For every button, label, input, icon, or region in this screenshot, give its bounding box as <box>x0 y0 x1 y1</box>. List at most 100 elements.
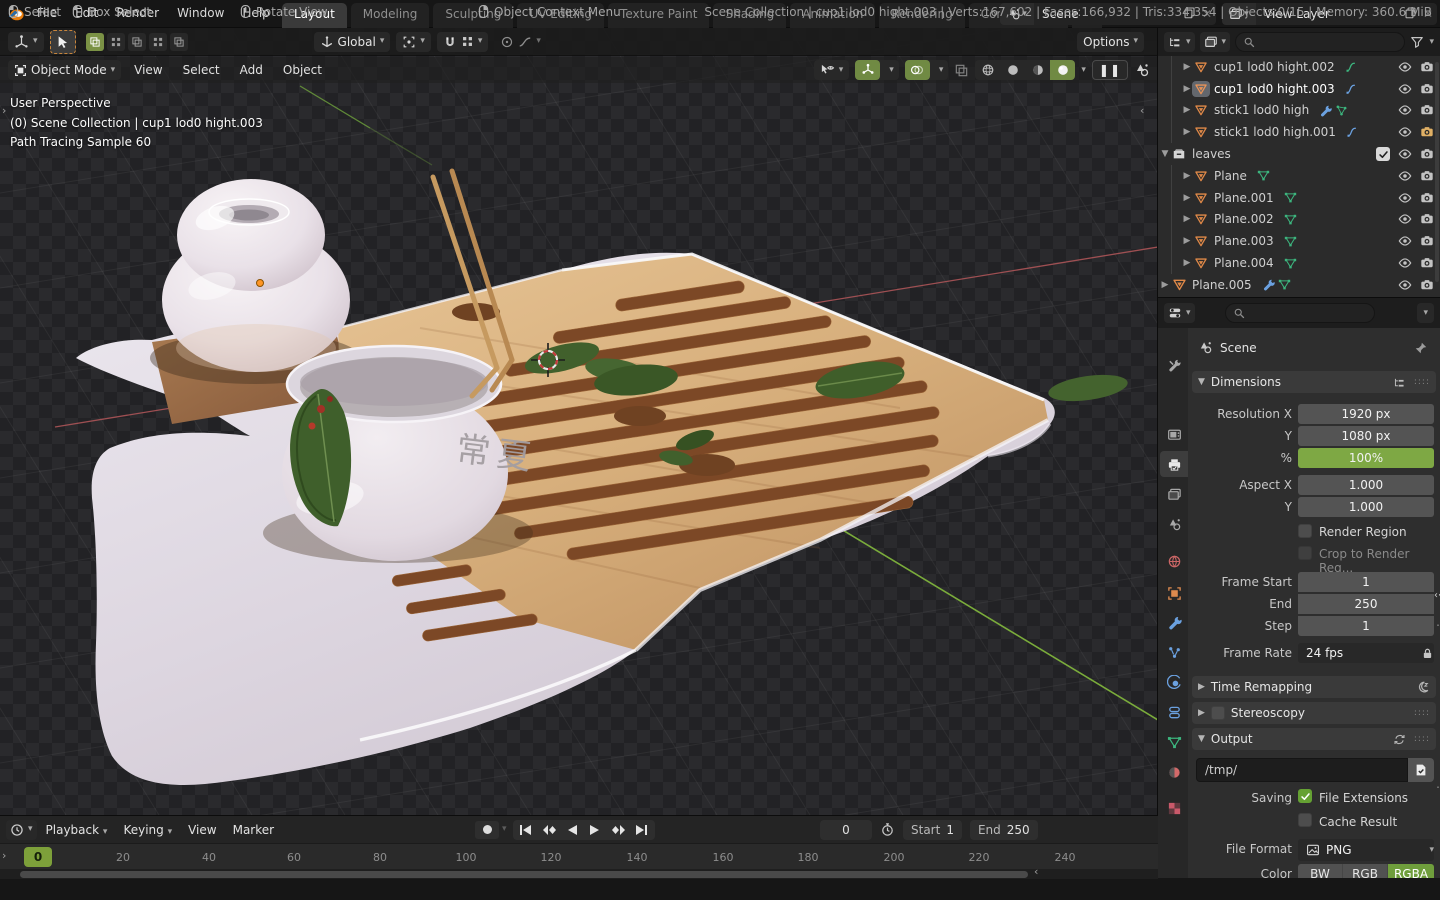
object-name[interactable]: Plane.001 <box>1214 191 1274 205</box>
color-rgb-button[interactable]: RGB <box>1343 864 1388 878</box>
pivot-point-dropdown[interactable]: ▾ <box>396 32 431 52</box>
select-mode-invert-icon[interactable] <box>149 33 167 51</box>
outliner-item-plane-005[interactable]: ▶ Plane.005 <box>1158 274 1440 296</box>
next-keyframe-button[interactable] <box>608 821 629 839</box>
menu-view[interactable]: View <box>127 59 169 81</box>
collection-checkbox[interactable] <box>1376 147 1390 161</box>
panel-grip-icon[interactable]: :::: <box>1414 708 1430 718</box>
frame-end-field[interactable]: 250 <box>1298 594 1434 614</box>
hide-viewport-eye-icon[interactable] <box>1398 278 1412 292</box>
tab-texture-icon[interactable] <box>1160 795 1188 821</box>
jump-to-end-button[interactable] <box>631 821 652 839</box>
outliner-item-plane-004[interactable]: ▶ Plane.004 <box>1158 252 1440 274</box>
tab-material-icon[interactable] <box>1160 759 1188 785</box>
frame-rate-dropdown[interactable]: 24 fps <box>1298 643 1434 663</box>
transform-orientation-dropdown[interactable]: Global ▾ <box>314 32 391 52</box>
options-dropdown[interactable]: Options▾ <box>1077 32 1144 52</box>
menu-window[interactable]: Window <box>168 0 233 26</box>
panel-grip-icon[interactable]: :::: <box>1414 377 1430 387</box>
lock-icon[interactable] <box>1421 647 1434 660</box>
resolution-x-field[interactable]: 1920 px <box>1298 404 1434 424</box>
3d-viewport[interactable]: 常夏 ▾ <box>0 28 1158 815</box>
object-name[interactable]: Plane.003 <box>1214 234 1274 248</box>
filter-icon[interactable] <box>1410 35 1424 49</box>
snapping-controls[interactable]: ▾ <box>437 32 489 52</box>
frame-step-field[interactable]: 1 <box>1298 616 1434 636</box>
properties-search-input[interactable] <box>1225 303 1375 323</box>
render-preview-icon[interactable] <box>1134 62 1150 78</box>
auto-keying-record-button[interactable] <box>475 821 499 839</box>
breadcrumb-label[interactable]: Scene <box>1220 341 1257 355</box>
tab-object-icon[interactable] <box>1160 580 1188 606</box>
file-format-dropdown[interactable]: PNG ▾ <box>1298 839 1434 861</box>
hide-viewport-eye-icon[interactable] <box>1398 147 1412 161</box>
hide-viewport-eye-icon[interactable] <box>1398 212 1412 226</box>
timeline-expand-arrow[interactable]: › <box>2 849 6 862</box>
menu-add[interactable]: Add <box>233 59 270 81</box>
hide-viewport-eye-icon[interactable] <box>1398 82 1412 96</box>
object-visibility-dropdown[interactable]: ▾ <box>814 60 850 80</box>
outliner-item-plane[interactable]: ▶ Plane <box>1158 165 1440 187</box>
menu-keying[interactable]: Keying ▾ <box>116 819 179 841</box>
outliner-item-stick1-lod0-high[interactable]: ▶ stick1 lod0 high <box>1158 100 1440 122</box>
disable-render-camera-icon[interactable] <box>1420 278 1434 292</box>
tab-object-data-icon[interactable] <box>1160 729 1188 755</box>
color-bw-button[interactable]: BW <box>1298 864 1343 878</box>
object-name[interactable]: cup1 lod0 hight.002 <box>1214 60 1335 74</box>
expand-icon[interactable]: ▶ <box>1182 214 1192 224</box>
hide-viewport-eye-icon[interactable] <box>1398 234 1412 248</box>
current-frame-field[interactable]: 0 <box>820 820 872 840</box>
timeline-editor-type-button[interactable]: ▾ <box>6 820 37 840</box>
disable-render-camera-icon[interactable] <box>1420 212 1434 226</box>
object-name[interactable]: Plane <box>1214 169 1247 183</box>
panel-time-remapping-header[interactable]: ▶ Time Remapping <box>1192 676 1436 698</box>
frame-start-field[interactable]: Start 1 <box>903 820 962 840</box>
shading-material-icon[interactable] <box>1025 60 1050 80</box>
mode-dropdown[interactable]: Object Mode ▾ <box>8 60 121 80</box>
outliner-item-cup1-lod0-hight-002[interactable]: ▶ cup1 lod0 hight.002 <box>1158 56 1440 78</box>
disable-render-camera-icon[interactable] <box>1420 169 1434 183</box>
tab-world-icon[interactable] <box>1160 548 1188 574</box>
gizmos-toggle[interactable]: ▾ <box>855 60 899 80</box>
expand-icon[interactable]: ▶ <box>1182 171 1192 181</box>
menu-object[interactable]: Object <box>276 59 329 81</box>
expand-icon[interactable]: ▶ <box>1182 62 1192 72</box>
aspect-x-field[interactable]: 1.000 <box>1298 475 1434 495</box>
tab-modifiers-icon[interactable] <box>1160 609 1188 635</box>
properties-editor-type-button[interactable]: ▾ <box>1164 303 1195 323</box>
panel-output-header[interactable]: ▼ Output :::: <box>1192 728 1436 750</box>
disable-render-camera-icon[interactable] <box>1420 60 1434 74</box>
collapse-icon[interactable]: ▼ <box>1198 377 1205 387</box>
dots-icon[interactable]: ⋯ <box>1436 618 1440 632</box>
expand-icon[interactable]: ▶ <box>1160 280 1170 290</box>
resolution-percent-slider[interactable]: 100% <box>1298 448 1434 468</box>
tab-modeling[interactable]: Modeling <box>351 3 430 28</box>
presets-icon[interactable] <box>1393 376 1406 389</box>
dots-icon[interactable]: ⋯ <box>1436 780 1440 794</box>
editor-type-button[interactable]: ▾ <box>8 32 44 52</box>
disable-render-camera-icon[interactable] <box>1420 191 1434 205</box>
shading-solid-icon[interactable] <box>1000 60 1025 80</box>
object-name[interactable]: Plane.004 <box>1214 256 1274 270</box>
select-mode-intersect-icon[interactable] <box>170 33 188 51</box>
render-region-checkbox[interactable] <box>1298 524 1312 538</box>
hide-viewport-eye-icon[interactable] <box>1398 125 1412 139</box>
play-button[interactable] <box>585 821 606 839</box>
timeline-ruler[interactable]: 0 20 40 60 80 100 120 140 160 180 200 22… <box>0 843 1158 869</box>
tab-view-layer-icon[interactable] <box>1160 481 1188 507</box>
object-name[interactable]: stick1 lod0 high <box>1214 103 1309 117</box>
outliner-scrollbar[interactable] <box>1435 62 1439 282</box>
frame-start-field[interactable]: 1 <box>1298 572 1434 592</box>
menu-playback[interactable]: Playback ▾ <box>39 819 115 841</box>
outliner-item-plane-003[interactable]: ▶ Plane.003 <box>1158 230 1440 252</box>
expand-icon[interactable]: ▶ <box>1182 84 1192 94</box>
hide-viewport-eye-icon[interactable] <box>1398 169 1412 183</box>
disable-render-camera-icon[interactable] <box>1420 103 1434 117</box>
select-mode-subtract-icon[interactable] <box>128 33 146 51</box>
active-tool-select-box[interactable] <box>50 30 76 54</box>
stereoscopy-checkbox[interactable] <box>1211 706 1225 720</box>
outliner-item-leaves-collection[interactable]: ▼ leaves <box>1158 143 1440 165</box>
menu-view[interactable]: View <box>181 819 223 841</box>
menu-select[interactable]: Select <box>176 59 227 81</box>
pause-preview-button[interactable]: ❚❚ <box>1092 60 1128 80</box>
